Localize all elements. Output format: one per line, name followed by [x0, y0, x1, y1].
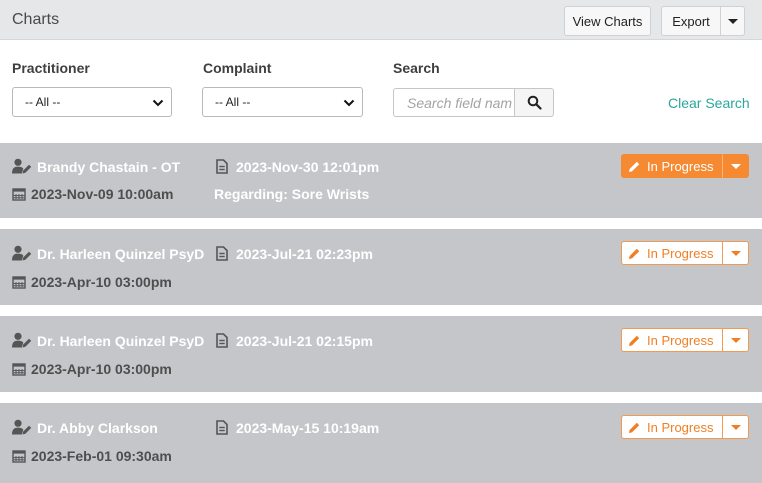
complaint-select[interactable]: -- All --	[202, 87, 363, 117]
caret-down-icon	[730, 250, 741, 256]
appointment-datetime: 2023-Apr-10 03:00pm	[31, 274, 172, 290]
status-dropdown-button[interactable]	[722, 154, 749, 178]
pencil-icon	[629, 248, 640, 259]
status-button[interactable]: In Progress	[621, 241, 723, 265]
pencil-icon	[629, 335, 640, 346]
chart-card[interactable]: Brandy Chastain - OT 2023-Nov-30 12:01pm…	[0, 143, 762, 218]
practitioner-select[interactable]: -- All --	[12, 87, 172, 117]
chart-datetime: 2023-May-15 10:19am	[236, 420, 380, 436]
user-edit-icon	[12, 332, 32, 348]
complaint-label: Complaint	[203, 60, 272, 76]
chevron-down-icon	[343, 99, 355, 107]
status-dropdown-button[interactable]	[722, 328, 749, 352]
practitioner-name: Dr. Abby Clarkson	[37, 420, 158, 436]
status-label: In Progress	[647, 245, 714, 261]
status-button[interactable]: In Progress	[621, 328, 723, 352]
chart-datetime: 2023-Nov-30 12:01pm	[236, 159, 380, 175]
user-edit-icon	[12, 245, 32, 261]
view-charts-button[interactable]: View Charts	[564, 6, 651, 36]
search-icon	[527, 95, 542, 110]
caret-down-icon	[730, 424, 741, 430]
practitioner-name: Dr. Harleen Quinzel PsyD	[37, 333, 205, 349]
export-button[interactable]: Export	[661, 6, 721, 36]
practitioner-name: Brandy Chastain - OT	[37, 159, 181, 175]
chart-datetime: 2023-Jul-21 02:23pm	[236, 246, 373, 262]
appointment-datetime: 2023-Nov-09 10:00am	[31, 186, 174, 202]
status-label: In Progress	[647, 332, 714, 348]
search-label: Search	[393, 60, 440, 76]
caret-down-icon	[730, 163, 741, 169]
pencil-icon	[629, 422, 640, 433]
search-input[interactable]: Search field nam	[393, 88, 515, 117]
calendar-icon	[12, 276, 26, 289]
chart-datetime: 2023-Jul-21 02:15pm	[236, 333, 373, 349]
calendar-icon	[12, 188, 26, 201]
regarding-text: Regarding: Sore Wrists	[214, 186, 370, 202]
user-edit-icon	[12, 419, 32, 435]
chart-card[interactable]: Dr. Harleen Quinzel PsyD 2023-Jul-21 02:…	[0, 229, 762, 305]
document-icon	[216, 420, 228, 435]
practitioner-select-value: -- All --	[25, 95, 61, 109]
status-dropdown-button[interactable]	[722, 241, 749, 265]
chevron-down-icon	[152, 99, 164, 107]
appointment-datetime: 2023-Feb-01 09:30am	[31, 448, 172, 464]
search-button[interactable]	[514, 88, 554, 117]
user-edit-icon	[12, 158, 32, 174]
caret-down-icon	[730, 337, 741, 343]
status-label: In Progress	[647, 419, 714, 435]
document-icon	[216, 246, 228, 261]
status-button[interactable]: In Progress	[621, 415, 723, 439]
complaint-select-value: -- All --	[215, 95, 251, 109]
panel-header: Charts View Charts Export	[0, 0, 762, 40]
document-icon	[216, 333, 228, 348]
appointment-datetime: 2023-Apr-10 03:00pm	[31, 361, 172, 377]
export-dropdown-button[interactable]	[720, 6, 745, 36]
caret-down-icon	[727, 18, 738, 24]
chart-card[interactable]: Dr. Harleen Quinzel PsyD 2023-Jul-21 02:…	[0, 316, 762, 392]
practitioner-label: Practitioner	[12, 60, 90, 76]
status-button[interactable]: In Progress	[621, 154, 723, 178]
clear-search-link[interactable]: Clear Search	[668, 95, 750, 111]
practitioner-name: Dr. Harleen Quinzel PsyD	[37, 246, 205, 262]
document-icon	[216, 159, 228, 174]
status-label: In Progress	[647, 158, 714, 174]
calendar-icon	[12, 450, 26, 463]
calendar-icon	[12, 363, 26, 376]
page-title: Charts	[12, 11, 60, 28]
pencil-icon	[629, 161, 640, 172]
chart-card[interactable]: Dr. Abby Clarkson 2023-May-15 10:19am 20…	[0, 403, 762, 483]
status-dropdown-button[interactable]	[722, 415, 749, 439]
